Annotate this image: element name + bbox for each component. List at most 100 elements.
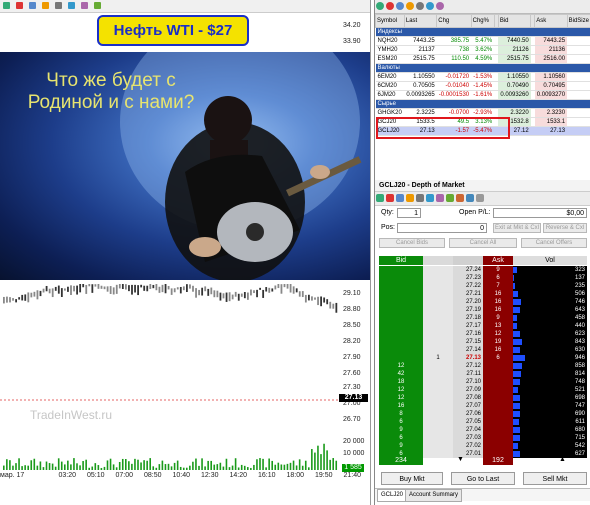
price-cell[interactable]: 27.17 — [453, 322, 483, 330]
order-cell[interactable] — [423, 418, 453, 426]
ask-cell[interactable]: 19 — [483, 338, 513, 346]
quote-row[interactable]: NQH20 7443.25 385.75 5.47% 7440.50 7443.25 — [375, 36, 590, 46]
ask-cell[interactable] — [483, 394, 513, 402]
order-cell[interactable] — [423, 330, 453, 338]
price-cell[interactable]: 27.03 — [453, 434, 483, 442]
ask-cell[interactable]: 13 — [483, 322, 513, 330]
column-header[interactable]: Chg — [436, 14, 472, 28]
order-cell[interactable] — [423, 402, 453, 410]
price-cell[interactable]: 27.21 — [453, 290, 483, 298]
price-cell[interactable]: 27.16 — [453, 330, 483, 338]
ask-cell[interactable] — [483, 410, 513, 418]
price-cell[interactable]: 27.10 — [453, 378, 483, 386]
column-header[interactable]: Chg% — [470, 14, 495, 28]
refresh-icon[interactable] — [436, 194, 444, 202]
list-icon[interactable] — [466, 194, 474, 202]
text-icon[interactable] — [68, 2, 75, 9]
price-cell[interactable]: 27.13 — [453, 354, 483, 362]
ask-cell[interactable]: 9 — [483, 314, 513, 322]
bid-cell[interactable] — [379, 306, 423, 314]
lock-icon[interactable] — [426, 194, 434, 202]
options-icon[interactable] — [386, 194, 394, 202]
settings-icon[interactable] — [446, 194, 454, 202]
ask-cell[interactable]: 16 — [483, 298, 513, 306]
quote-row[interactable]: ESM20 2515.75 110.50 4.59% 2515.75 2516.00 — [375, 54, 590, 64]
ask-cell[interactable]: 16 — [483, 290, 513, 298]
exit-at-mkt-button[interactable]: Exit at Mkt & Cxl — [493, 223, 541, 233]
order-cell[interactable] — [423, 410, 453, 418]
order-cell[interactable] — [423, 266, 453, 274]
order-cell[interactable] — [423, 450, 453, 458]
bid-cell[interactable] — [379, 282, 423, 290]
price-cell[interactable]: 27.12 — [453, 362, 483, 370]
cancel-all-button[interactable]: Cancel All — [449, 238, 517, 248]
arrow-icon[interactable] — [81, 2, 88, 9]
order-cell[interactable] — [423, 426, 453, 434]
price-cell[interactable]: 27.24 — [453, 266, 483, 274]
order-cell[interactable] — [423, 434, 453, 442]
scroll-down-icon[interactable]: ▼ — [457, 456, 464, 463]
reverse-button[interactable]: Reverse & Cxl — [543, 223, 587, 233]
order-cell[interactable] — [423, 346, 453, 354]
ask-cell[interactable]: 16 — [483, 306, 513, 314]
bid-cell[interactable]: 9 — [379, 426, 423, 434]
price-cell[interactable]: 27.06 — [453, 410, 483, 418]
bid-cell[interactable]: 16 — [379, 402, 423, 410]
column-header[interactable]: Last — [403, 14, 438, 28]
flag-icon[interactable] — [476, 194, 484, 202]
delete-icon[interactable] — [386, 2, 394, 10]
order-cell[interactable] — [423, 378, 453, 386]
price-cell[interactable]: 27.15 — [453, 338, 483, 346]
zoom-icon[interactable] — [29, 2, 36, 9]
buy-mkt-button[interactable]: Buy Mkt — [381, 472, 443, 485]
ask-cell[interactable]: 16 — [483, 346, 513, 354]
tab-gclj20[interactable]: GCLJ20 — [377, 489, 408, 502]
bid-cell[interactable]: 12 — [379, 386, 423, 394]
cancel-bids-button[interactable]: Cancel Bids — [379, 238, 445, 248]
ruler-icon[interactable] — [416, 194, 424, 202]
ask-cell[interactable] — [483, 442, 513, 450]
price-cell[interactable]: 27.23 — [453, 274, 483, 282]
order-cell[interactable] — [423, 362, 453, 370]
bid-cell[interactable] — [379, 338, 423, 346]
bid-cell[interactable]: 8 — [379, 410, 423, 418]
column-header[interactable]: BidSize — [566, 14, 590, 28]
price-cell[interactable]: 27.09 — [453, 386, 483, 394]
ask-cell[interactable] — [483, 370, 513, 378]
column-header[interactable]: Bid — [497, 14, 532, 28]
color-icon[interactable] — [94, 2, 101, 9]
link-icon[interactable] — [426, 2, 434, 10]
bid-cell[interactable]: 9 — [379, 442, 423, 450]
bid-cell[interactable]: 12 — [379, 362, 423, 370]
chart-icon[interactable] — [406, 194, 414, 202]
order-cell[interactable] — [423, 290, 453, 298]
bid-cell[interactable]: 6 — [379, 434, 423, 442]
grid-icon[interactable] — [436, 2, 444, 10]
ask-cell[interactable] — [483, 362, 513, 370]
order-cell[interactable] — [423, 314, 453, 322]
order-cell[interactable] — [423, 442, 453, 450]
price-cell[interactable]: 27.18 — [453, 314, 483, 322]
cancel-offers-button[interactable]: Cancel Offers — [521, 238, 587, 248]
help-icon[interactable] — [456, 194, 464, 202]
cursor-icon[interactable] — [3, 2, 10, 9]
cross-icon[interactable] — [16, 2, 23, 9]
price-cell[interactable]: 27.22 — [453, 282, 483, 290]
bid-cell[interactable]: 12 — [379, 394, 423, 402]
ask-cell[interactable] — [483, 418, 513, 426]
bid-cell[interactable]: 42 — [379, 370, 423, 378]
go-to-last-button[interactable]: Go to Last — [451, 472, 515, 485]
price-chart[interactable]: 34.20 33.90 29.10 28.80 28.50 28.20 27.90 27.60… — [0, 0, 371, 505]
scroll-up-icon[interactable]: ▲ — [559, 456, 566, 463]
order-cell[interactable] — [423, 370, 453, 378]
bid-cell[interactable]: 18 — [379, 378, 423, 386]
price-cell[interactable]: 27.11 — [453, 370, 483, 378]
bar-chart-icon[interactable] — [42, 2, 49, 9]
order-cell[interactable] — [423, 306, 453, 314]
order-cell[interactable] — [423, 274, 453, 282]
price-cell[interactable]: 27.14 — [453, 346, 483, 354]
order-cell[interactable] — [423, 298, 453, 306]
ask-cell[interactable]: 12 — [483, 330, 513, 338]
price-cell[interactable]: 27.02 — [453, 442, 483, 450]
bid-cell[interactable] — [379, 330, 423, 338]
